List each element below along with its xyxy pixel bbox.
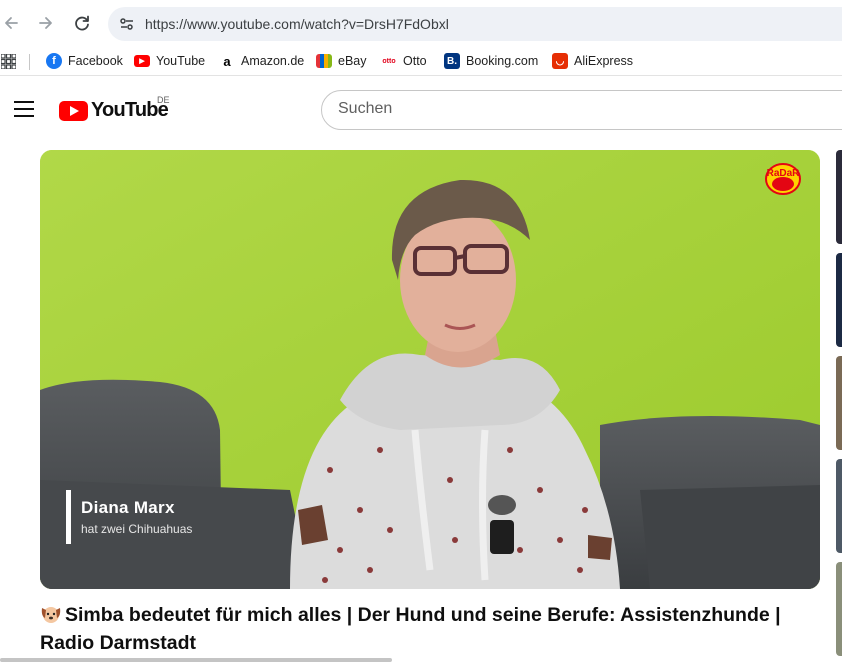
bookmark-label: Otto [403, 54, 427, 68]
video-title-text: Simba bedeutet für mich alles | Der Hund… [40, 604, 781, 654]
site-settings-icon[interactable] [118, 15, 136, 33]
recommended-thumbnail[interactable] [836, 150, 842, 244]
facebook-icon: f [46, 53, 62, 69]
bookmark-label: eBay [338, 54, 367, 68]
bookmark-label: Booking.com [466, 54, 539, 68]
otto-icon: otto [381, 53, 397, 69]
region-code: DE [157, 95, 170, 105]
arrow-left-icon [5, 17, 18, 29]
bookmark-label: Amazon.de [241, 54, 305, 68]
arrow-right-icon [39, 17, 52, 29]
bookmark-ebay[interactable]: eBay [316, 52, 367, 70]
channel-logo: RaDaR [764, 162, 802, 196]
bookmark-booking[interactable]: B. Booking.com [444, 52, 538, 70]
reload-button[interactable] [71, 12, 93, 34]
recommended-thumbnail[interactable] [836, 356, 842, 450]
overlay-subtitle: hat zwei Chihuahuas [81, 522, 193, 536]
bookmark-otto[interactable]: otto Otto [381, 52, 427, 70]
radar-logo-icon: RaDaR [765, 163, 801, 195]
dog-face-icon [41, 607, 61, 623]
back-button[interactable] [0, 12, 22, 34]
bookmark-facebook[interactable]: f Facebook [46, 52, 123, 70]
bookmark-label: Facebook [68, 54, 123, 68]
url-text[interactable]: https://www.youtube.com/watch?v=DrsH7FdO… [145, 16, 449, 32]
overlay-bar [66, 490, 71, 544]
youtube-play-icon [59, 100, 88, 121]
forward-button[interactable] [35, 12, 57, 34]
browser-toolbar: https://www.youtube.com/watch?v=DrsH7FdO… [0, 0, 842, 46]
search-input[interactable] [338, 100, 818, 118]
video-title: Simba bedeutet für mich alles | Der Hund… [40, 601, 830, 657]
overlay-name: Diana Marx [81, 498, 175, 517]
recommended-thumbnail[interactable] [836, 562, 842, 656]
ebay-icon [316, 54, 332, 68]
menu-icon[interactable] [14, 101, 34, 117]
bookmark-label: AliExpress [574, 54, 634, 68]
search-box[interactable] [321, 90, 842, 130]
reload-icon [75, 15, 89, 31]
bookmark-aliexpress[interactable]: ◡ AliExpress [552, 52, 633, 70]
horizontal-scrollbar[interactable] [0, 658, 392, 662]
youtube-logo[interactable]: YouTube [59, 99, 169, 122]
bookmarks-divider [29, 54, 30, 70]
aliexpress-icon: ◡ [552, 53, 568, 69]
youtube-icon: ▶ [134, 55, 150, 67]
booking-icon: B. [444, 53, 460, 69]
bookmark-youtube[interactable]: ▶ YouTube [134, 52, 205, 70]
bookmark-amazon[interactable]: a Amazon.de [219, 52, 304, 70]
video-player[interactable]: RaDaR Diana Marx hat zwei Chihuahuas [40, 150, 820, 589]
youtube-header: YouTube DE [0, 77, 842, 143]
bookmarks-bar: f Facebook ▶ YouTube a Amazon.de eBay ot… [0, 46, 842, 76]
recommended-thumbnail[interactable] [836, 253, 842, 347]
recommended-thumbnail[interactable] [836, 459, 842, 553]
address-bar[interactable]: https://www.youtube.com/watch?v=DrsH7FdO… [108, 7, 842, 41]
apps-grid-icon[interactable] [1, 54, 16, 69]
amazon-icon: a [219, 53, 235, 69]
channel-logo-text: RaDaR [767, 168, 801, 179]
bookmark-label: YouTube [156, 54, 206, 68]
